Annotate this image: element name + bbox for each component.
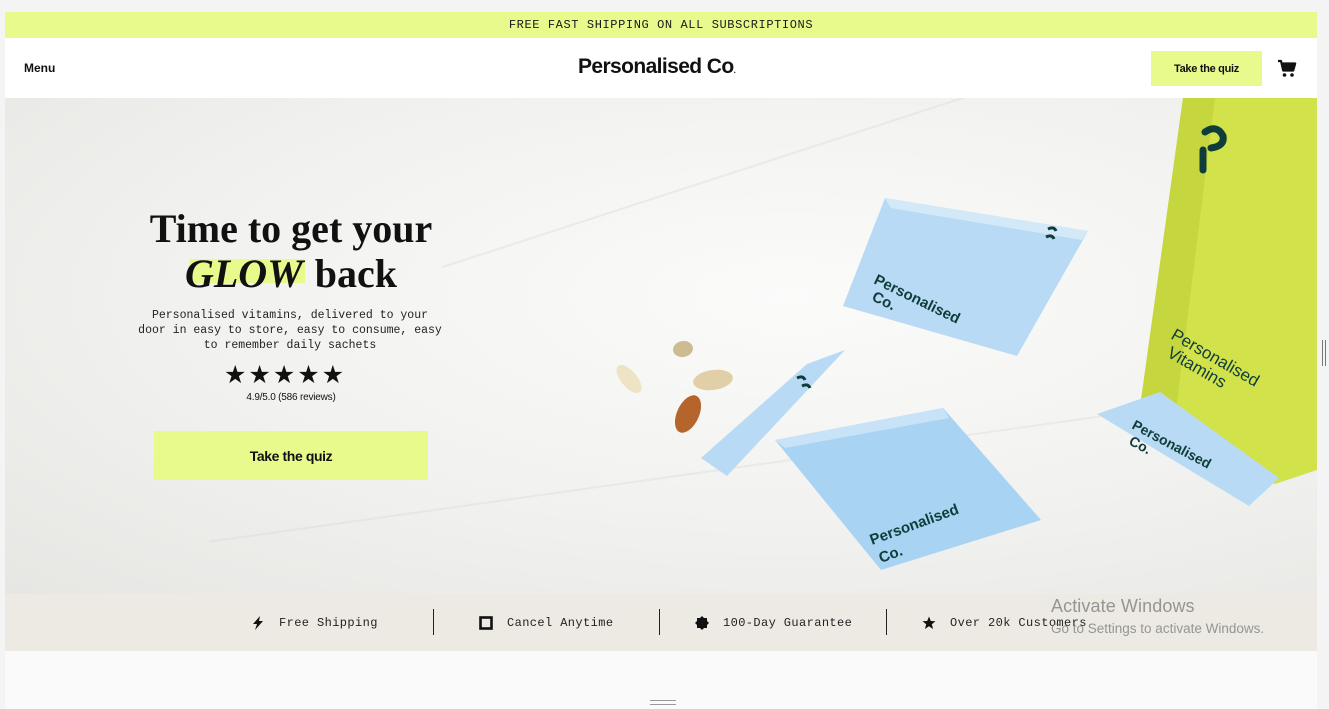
sachet-top: Personalised Co.	[843, 198, 1088, 356]
rating-stars: ★★★★★	[224, 361, 347, 389]
take-quiz-hero-button[interactable]: Take the quiz	[154, 431, 428, 480]
watermark-subtitle: Go to Settings to activate Windows.	[1051, 621, 1265, 636]
trust-item-shipping: Free Shipping	[251, 594, 378, 651]
logo[interactable]: Personalised Co.	[578, 55, 736, 79]
hero-title-line2: back	[314, 251, 398, 296]
logo-text: Personalised Co	[578, 55, 734, 78]
divider	[886, 609, 887, 635]
divider	[659, 609, 660, 635]
glow-highlight: GLOW	[184, 251, 305, 296]
watermark-title: Activate Windows	[1051, 596, 1195, 616]
cart-icon[interactable]	[1277, 59, 1297, 79]
site-header: Menu Personalised Co. Take the quiz	[5, 38, 1317, 98]
announcement-bar: FREE FAST SHIPPING ON ALL SUBSCRIPTIONS	[5, 12, 1317, 38]
supplement-pills	[616, 340, 733, 433]
product-image: Personalised Co. Personalised Co. Person…	[616, 98, 1317, 570]
star-icon	[922, 616, 936, 629]
rating-text: 4.9/5.0 (586 reviews)	[246, 392, 336, 403]
hero-title-line1: Time to get your	[149, 206, 433, 251]
logo-mark: .	[733, 66, 736, 75]
divider	[433, 609, 434, 635]
windows-activation-watermark: Activate Windows Go to Settings to activ…	[1051, 596, 1264, 636]
hero-subtitle: Personalised vitamins, delivered to your…	[138, 309, 442, 352]
announcement-text: FREE FAST SHIPPING ON ALL SUBSCRIPTIONS	[508, 18, 814, 32]
hero-title-highlight: GLOW	[184, 251, 303, 296]
seal-icon	[695, 615, 709, 630]
menu-button[interactable]: Menu	[24, 61, 55, 75]
lightning-icon	[253, 615, 263, 630]
hero-title: Time to get your GLOW back	[145, 206, 437, 296]
trust-item-guarantee: 100-Day Guarantee	[695, 594, 852, 651]
scroll-grip[interactable]	[1322, 340, 1326, 366]
trust-item-cancel: Cancel Anytime	[479, 594, 613, 651]
square-icon	[479, 615, 493, 630]
trust-label: Free Shipping	[279, 615, 378, 630]
trust-label: Cancel Anytime	[507, 615, 614, 630]
resize-handle[interactable]	[650, 700, 676, 705]
vitamin-box: Personalised Vitamins Personalised Co.	[1097, 98, 1317, 506]
sachet-bottom: Personalised Co.	[775, 408, 1041, 570]
take-quiz-header-button[interactable]: Take the quiz	[1151, 51, 1262, 86]
hero-section: Time to get your GLOW back Personalised …	[5, 98, 1317, 594]
trust-label: 100-Day Guarantee	[723, 615, 853, 630]
